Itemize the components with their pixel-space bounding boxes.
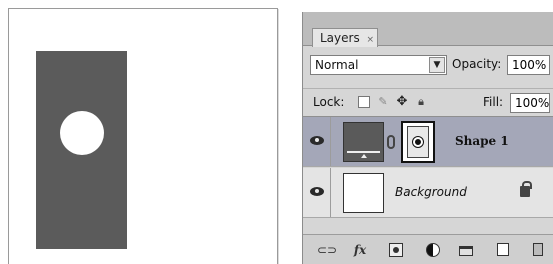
layers-panel: Layers × Normal ▼ Opacity: 100% Lock: ✎ … (302, 12, 553, 264)
lock-row: Lock: ✎ ✥ 🔒︎ Fill: 100% (303, 88, 553, 114)
chain-link-icon[interactable] (387, 135, 395, 149)
visibility-toggle[interactable] (303, 168, 331, 217)
layers-list: Shape 1 Background (303, 116, 553, 234)
visibility-toggle[interactable] (303, 117, 331, 166)
close-icon[interactable]: × (367, 35, 375, 45)
document-canvas[interactable] (8, 8, 278, 264)
opacity-label: Opacity: (452, 57, 502, 71)
eye-icon[interactable] (310, 187, 324, 196)
layer-name[interactable]: Background (395, 185, 467, 199)
lock-transparent-icon[interactable] (358, 96, 370, 108)
fill-input[interactable]: 100% (510, 93, 550, 113)
blend-mode-value: Normal (315, 58, 359, 72)
adjustment-layer-icon[interactable] (426, 243, 440, 257)
lock-all-icon[interactable]: 🔒︎ (415, 96, 427, 108)
eye-icon[interactable] (310, 136, 324, 145)
mask-circle (413, 137, 423, 147)
opacity-input[interactable]: 100% (507, 55, 550, 75)
layer-thumbnail (343, 173, 384, 213)
chevron-down-icon[interactable]: ▼ (429, 57, 445, 73)
trash-icon[interactable] (533, 243, 543, 256)
link-layers-icon[interactable]: ⊂⊃ (317, 243, 337, 257)
fx-icon[interactable]: fx (349, 243, 371, 257)
tab-layers-label: Layers (320, 31, 360, 45)
vector-mask-thumbnail[interactable] (401, 121, 435, 163)
panel-footer: ⊂⊃ fx (303, 234, 553, 264)
layer-name[interactable]: Shape 1 (455, 134, 509, 148)
lock-icon (520, 181, 532, 197)
layer-row-shape-1[interactable]: Shape 1 (303, 117, 553, 167)
thumbnail-bar (347, 151, 380, 153)
shape-circle-cutout (60, 111, 104, 155)
layer-thumbnail (343, 122, 384, 162)
blend-mode-select[interactable]: Normal ▼ (310, 55, 447, 75)
new-layer-icon[interactable] (497, 243, 509, 256)
mask-inner (407, 126, 429, 158)
lock-label: Lock: (313, 95, 345, 109)
new-group-icon[interactable] (459, 246, 473, 256)
panel-tabbar: Layers × (303, 12, 553, 47)
shape-rectangle[interactable] (36, 51, 127, 249)
fill-label: Fill: (483, 95, 504, 109)
lock-move-icon[interactable]: ✥ (396, 95, 408, 108)
blend-row: Normal ▼ Opacity: 100% (303, 52, 553, 78)
add-mask-icon[interactable] (389, 243, 403, 257)
tab-layers[interactable]: Layers × (312, 28, 378, 47)
lock-paint-icon[interactable]: ✎ (377, 96, 389, 108)
thumbnail-marker (361, 154, 367, 158)
layer-row-background[interactable]: Background (303, 168, 553, 218)
